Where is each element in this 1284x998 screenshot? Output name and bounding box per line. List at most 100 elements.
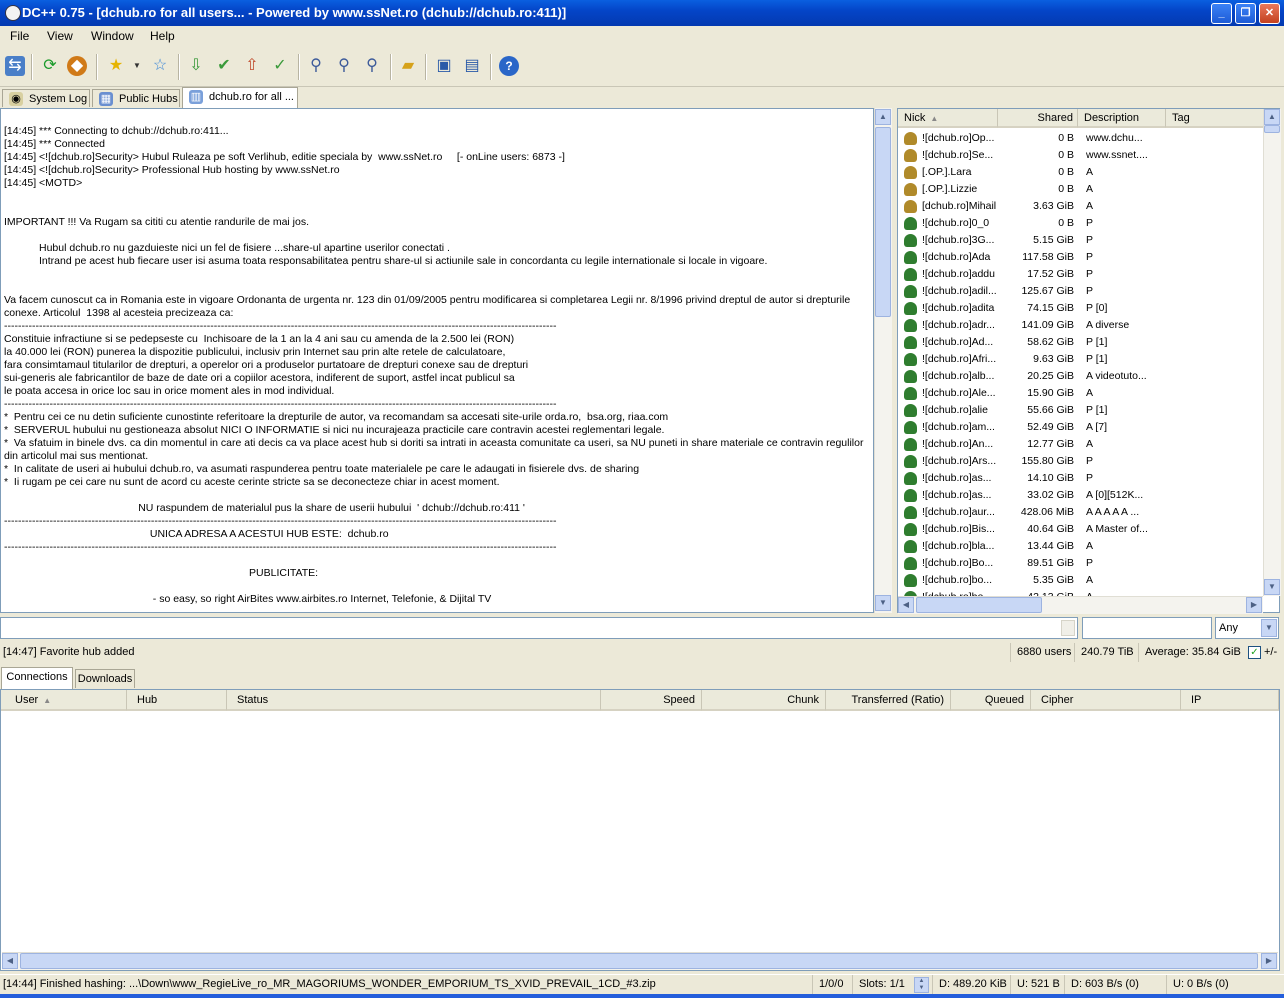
user-list[interactable]: Nick ▲ Shared Description Tag ![dchub.ro]… — [897, 108, 1280, 613]
follow-redirect-icon[interactable]: ◆ — [67, 56, 87, 76]
column-shared[interactable]: Shared — [998, 109, 1078, 128]
column-chunk[interactable]: Chunk — [702, 690, 826, 711]
user-row[interactable]: ![dchub.ro]0_0 0 B P — [898, 215, 1264, 232]
status-download-rate: D: 603 B/s (0) — [1064, 975, 1166, 994]
column-hub[interactable]: Hub — [127, 690, 227, 711]
scroll-right-arrow[interactable]: ▶ — [1261, 953, 1277, 969]
favorite-hubs-icon[interactable]: ★ — [106, 56, 126, 76]
open-file-list-icon[interactable]: ▰ — [398, 56, 418, 76]
user-row[interactable]: ![dchub.ro]Ad... 58.62 GiB P [1] — [898, 334, 1264, 351]
restore-button[interactable]: ❐ — [1235, 3, 1256, 24]
download-queue-icon[interactable]: ⇩ — [186, 56, 206, 76]
user-row[interactable]: [.OP.].Lizzie 0 B A — [898, 181, 1264, 198]
user-row[interactable]: ![dchub.ro]aur... 428.06 MiB A A A A A ... — [898, 504, 1264, 521]
transfer-list[interactable]: User ▲ Hub Status Speed Chunk Transferred… — [0, 689, 1280, 971]
user-row[interactable]: ![dchub.ro]Afri... 9.63 GiB P [1] — [898, 351, 1264, 368]
slots-spinner-icon[interactable]: ▲ ▼ — [914, 977, 929, 993]
userlist-toggle-checkbox[interactable]: ✓ — [1248, 646, 1261, 659]
favorite-users-icon[interactable]: ☆ — [150, 56, 170, 76]
chat-scrollbar[interactable]: ▲ ▼ — [874, 108, 892, 613]
close-button[interactable]: ✕ — [1259, 3, 1280, 24]
finished-uploads-icon[interactable]: ✓ — [270, 56, 290, 76]
scroll-thumb[interactable] — [875, 127, 891, 317]
help-icon[interactable]: ? — [499, 56, 519, 76]
scroll-up-arrow[interactable]: ▲ — [875, 109, 891, 125]
user-row[interactable]: ![dchub.ro]Ale... 15.90 GiB A — [898, 385, 1264, 402]
scroll-right-arrow[interactable]: ▶ — [1246, 597, 1262, 613]
user-row[interactable]: ![dchub.ro]Ada 117.58 GiB P — [898, 249, 1264, 266]
tab-downloads[interactable]: Downloads — [75, 669, 135, 688]
adl-search-icon[interactable]: ⚲ — [334, 56, 354, 76]
column-tag[interactable]: Tag — [1166, 109, 1264, 128]
user-row[interactable]: [.OP.].Lara 0 B A — [898, 164, 1264, 181]
chat-log[interactable]: [14:45] *** Connecting to dchub://dchub.… — [0, 108, 874, 613]
menu-view[interactable]: View — [47, 29, 73, 43]
scroll-left-arrow[interactable]: ◀ — [898, 597, 914, 613]
user-row[interactable]: ![dchub.ro]Bo... 89.51 GiB P — [898, 555, 1264, 572]
scroll-thumb[interactable] — [20, 953, 1258, 969]
hub-status-bar: [14:47] Favorite hub added 6880 users 24… — [0, 643, 1284, 663]
chat-message-input[interactable] — [0, 617, 1078, 639]
scroll-left-arrow[interactable]: ◀ — [2, 953, 18, 969]
minimize-button[interactable]: _ — [1211, 3, 1232, 24]
user-row[interactable]: ![dchub.ro]bla... 13.44 GiB A — [898, 538, 1264, 555]
search-icon[interactable]: ⚲ — [306, 56, 326, 76]
notepad-icon[interactable]: ▤ — [462, 56, 482, 76]
settings-icon[interactable]: ▣ — [434, 56, 454, 76]
scroll-down-arrow[interactable]: ▼ — [875, 595, 891, 611]
column-ip[interactable]: IP — [1181, 690, 1279, 711]
tab-public-hubs[interactable]: ▦ Public Hubs — [92, 89, 180, 107]
user-row[interactable]: ![dchub.ro]Se... 0 B www.ssnet.... — [898, 147, 1264, 164]
dropdown-arrow-icon[interactable]: ▼ — [132, 56, 142, 76]
user-row[interactable]: ![dchub.ro]Op... 0 B www.dchu... — [898, 130, 1264, 147]
column-status[interactable]: Status — [227, 690, 601, 711]
user-row[interactable]: [dchub.ro]Mihail 3.63 GiB A — [898, 198, 1264, 215]
upload-queue-icon[interactable]: ⇧ — [242, 56, 262, 76]
user-row[interactable]: ![dchub.ro]as... 33.02 GiB A [0][512K... — [898, 487, 1264, 504]
menu-window[interactable]: Window — [91, 29, 134, 43]
user-row[interactable]: ![dchub.ro]Bis... 40.64 GiB A Master of... — [898, 521, 1264, 538]
user-row[interactable]: ![dchub.ro]alb... 20.25 GiB A videotuto... — [898, 368, 1264, 385]
user-row[interactable]: ![dchub.ro]am... 52.49 GiB A [7] — [898, 419, 1264, 436]
scroll-down-arrow[interactable]: ▼ — [1264, 579, 1280, 595]
user-row[interactable]: ![dchub.ro]Ars... 155.80 GiB P — [898, 453, 1264, 470]
user-row[interactable]: ![dchub.ro]An... 12.77 GiB A — [898, 436, 1264, 453]
userlist-hscrollbar[interactable]: ◀ ▶ — [898, 596, 1263, 614]
finished-downloads-icon[interactable]: ✔ — [214, 56, 234, 76]
filter-type-select[interactable]: Any ▼ — [1215, 617, 1279, 639]
menu-help[interactable]: Help — [150, 29, 175, 43]
chat-line: conexe. Articolul 1398 al acesteia preci… — [4, 307, 234, 319]
scroll-thumb[interactable] — [1264, 125, 1280, 133]
tab-hub-dchub[interactable]: ▥ dchub.ro for all ... — [182, 87, 298, 108]
user-row[interactable]: ![dchub.ro]addu 17.52 GiB P — [898, 266, 1264, 283]
userlist-scrollbar[interactable]: ▲ ▼ — [1263, 109, 1281, 596]
scroll-thumb[interactable] — [916, 597, 1042, 613]
column-user[interactable]: User ▲ — [1, 690, 127, 711]
scroll-up-arrow[interactable]: ▲ — [1264, 109, 1280, 125]
column-description[interactable]: Description — [1078, 109, 1166, 128]
transfer-hscrollbar[interactable]: ◀ ▶ — [2, 952, 1278, 970]
user-row[interactable]: ![dchub.ro]adr... 141.09 GiB A diverse — [898, 317, 1264, 334]
user-row[interactable]: ![dchub.ro]bo... 5.35 GiB A — [898, 572, 1264, 589]
reconnect-icon[interactable]: ⟳ — [40, 56, 60, 76]
user-row[interactable]: ![dchub.ro]adita 74.15 GiB P [0] — [898, 300, 1264, 317]
menu-file[interactable]: File — [10, 29, 29, 43]
column-queued[interactable]: Queued — [951, 690, 1031, 711]
chevron-down-icon[interactable]: ▼ — [1261, 619, 1277, 637]
user-icon — [904, 234, 917, 247]
user-row[interactable]: ![dchub.ro]adil... 125.67 GiB P — [898, 283, 1264, 300]
user-filter-input[interactable] — [1082, 617, 1212, 639]
user-row[interactable]: ![dchub.ro]as... 14.10 GiB P — [898, 470, 1264, 487]
tab-system-log[interactable]: ◉ System Log — [2, 89, 90, 107]
input-scroll-icon[interactable] — [1061, 620, 1075, 636]
user-row[interactable]: ![dchub.ro]alie 55.66 GiB P [1] — [898, 402, 1264, 419]
column-cipher[interactable]: Cipher — [1031, 690, 1181, 711]
column-transferred[interactable]: Transferred (Ratio) — [826, 690, 951, 711]
tab-connections[interactable]: Connections — [1, 667, 73, 689]
column-speed[interactable]: Speed — [601, 690, 702, 711]
user-row[interactable]: ![dchub.ro]3G... 5.15 GiB P — [898, 232, 1264, 249]
column-nick[interactable]: Nick ▲ — [898, 109, 998, 128]
search-spy-icon[interactable]: ⚲ — [362, 56, 382, 76]
user-icon — [904, 574, 917, 587]
connect-icon[interactable]: ⇆ — [5, 56, 25, 76]
